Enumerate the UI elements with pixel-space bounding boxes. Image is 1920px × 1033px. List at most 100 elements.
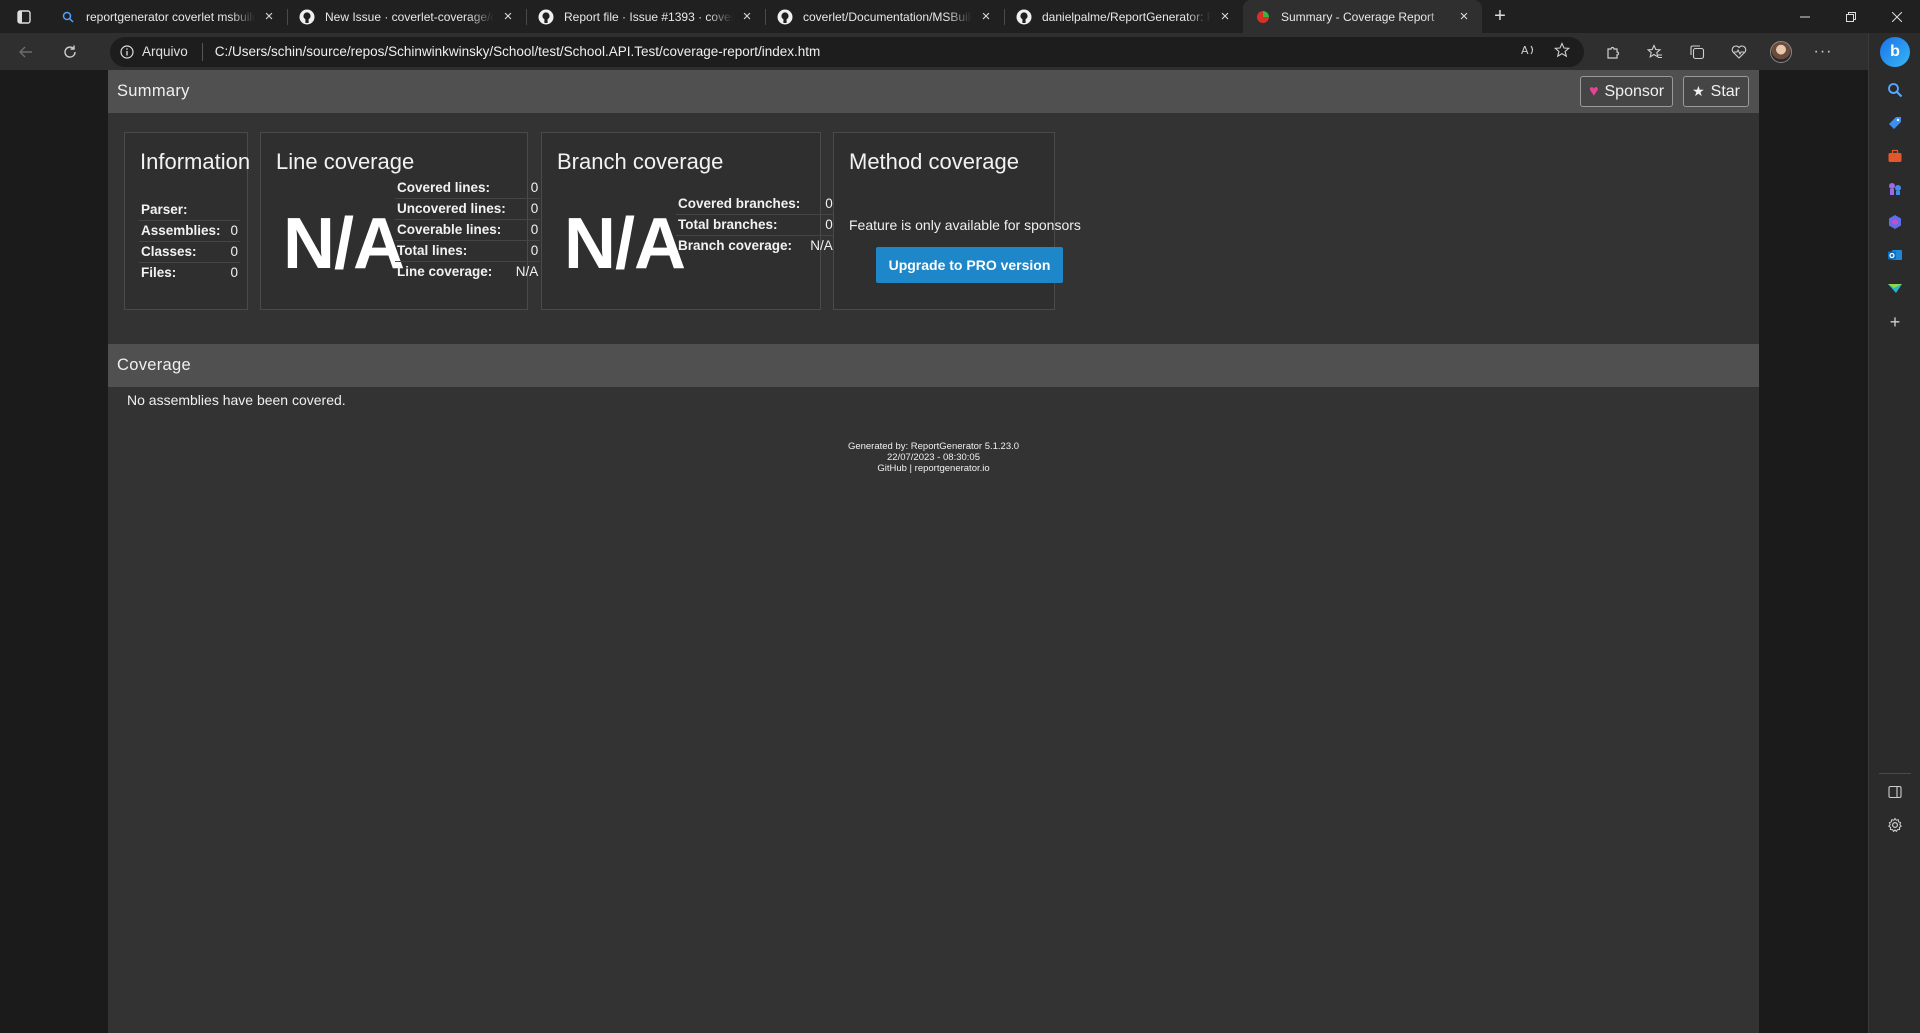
close-icon[interactable]: ×: [1217, 8, 1233, 25]
table-row: Line coverage: N/A: [395, 261, 540, 282]
profile-button[interactable]: [1760, 37, 1802, 67]
bing-chat-button[interactable]: b: [1869, 35, 1920, 69]
close-icon[interactable]: ×: [500, 8, 516, 25]
send-icon: [1888, 284, 1902, 293]
more-icon: ···: [1813, 42, 1833, 60]
search-icon: [60, 9, 76, 25]
table-row: Coverable lines: 0: [395, 219, 541, 241]
hide-sidebar-button[interactable]: [1869, 775, 1920, 809]
sidebar-add-button[interactable]: +: [1869, 305, 1920, 339]
settings-more-button[interactable]: ···: [1802, 37, 1844, 67]
restore-button[interactable]: [1828, 0, 1874, 33]
tab-2[interactable]: Report file · Issue #1393 · coverlet ×: [526, 0, 765, 33]
table-row: Total lines: 0: [395, 240, 541, 262]
line-value: N/A: [515, 264, 539, 280]
tag-icon: [1889, 117, 1901, 129]
info-value: 0: [222, 220, 241, 242]
tab-1[interactable]: New Issue · coverlet-coverage/coverlet ×: [287, 0, 526, 33]
information-card: Information Parser: Assemblies: 0 Classes…: [124, 132, 250, 310]
tab-0[interactable]: reportgenerator coverlet msbuild ×: [48, 0, 287, 33]
back-button[interactable]: [8, 37, 44, 67]
info-value: 0: [230, 265, 239, 281]
sidebar-shopping-button[interactable]: [1869, 106, 1920, 140]
generated-by-text: Generated by: ReportGenerator 5.1.23.0: [847, 441, 1020, 452]
branch-value: 0: [802, 193, 835, 215]
table-row: Files: 0: [139, 262, 240, 283]
sponsor-feature-note: Feature is only available for sponsors: [849, 217, 1081, 233]
upgrade-pro-button[interactable]: Upgrade to PRO version: [876, 247, 1063, 283]
star-button[interactable]: ★ Star: [1683, 76, 1749, 107]
search-icon: [1888, 83, 1903, 98]
close-window-button[interactable]: [1874, 0, 1920, 33]
tab-5[interactable]: Summary - Coverage Report ×: [1243, 0, 1482, 33]
url-text[interactable]: C:/Users/schin/source/repos/Schinwinkwin…: [215, 44, 1520, 59]
gear-icon: [1888, 817, 1902, 833]
favorite-star-icon[interactable]: [1553, 42, 1571, 61]
performance-button[interactable]: [1718, 37, 1760, 67]
window-controls: [1782, 0, 1920, 33]
table-row: Covered lines: 0: [395, 177, 541, 199]
line-value: 0: [507, 240, 541, 262]
sponsor-label: Sponsor: [1604, 82, 1665, 100]
sidebar-office-button[interactable]: [1869, 205, 1920, 239]
info-key: Classes:: [139, 241, 223, 263]
site-info-button[interactable]: Arquivo: [120, 42, 203, 61]
toolbar-icons: ···: [1592, 37, 1844, 67]
plus-icon: +: [1889, 311, 1901, 332]
footer-links[interactable]: GitHub | reportgenerator.io: [108, 463, 1759, 474]
minimize-button[interactable]: [1782, 0, 1828, 33]
table-row: Covered branches: 0: [676, 193, 835, 215]
sidebar-settings-button[interactable]: [1869, 808, 1920, 842]
table-row: Branch coverage: N/A: [676, 235, 835, 256]
reportgenerator-icon: [1255, 9, 1271, 25]
page-viewport: Summary ♥ Sponsor ★ Star Information Par…: [0, 70, 1868, 1033]
sidebar-search-button[interactable]: [1869, 73, 1920, 107]
tab-title: coverlet/Documentation/MSBuild: [803, 9, 972, 24]
collections-button[interactable]: [1676, 37, 1718, 67]
site-info-label: Arquivo: [142, 44, 188, 59]
github-icon: [777, 9, 793, 25]
github-icon: [538, 9, 554, 25]
line-coverage-value: N/A: [283, 204, 405, 284]
toolbox-icon: [1888, 149, 1902, 162]
address-bar[interactable]: Arquivo C:/Users/schin/source/repos/Schi…: [110, 36, 1584, 67]
line-key: Total lines:: [395, 240, 508, 262]
sidebar-divider: [1879, 773, 1911, 774]
header-buttons: ♥ Sponsor ★ Star: [1580, 76, 1749, 107]
tab-actions-button[interactable]: [0, 0, 48, 33]
close-icon[interactable]: ×: [978, 8, 994, 25]
branch-coverage-title: Branch coverage: [557, 149, 724, 174]
tab-4[interactable]: danielpalme/ReportGenerator: Re ×: [1004, 0, 1243, 33]
svg-text:A: A: [1521, 44, 1529, 57]
sidebar-tools-button[interactable]: [1869, 139, 1920, 173]
info-value: 0: [222, 241, 241, 263]
close-icon[interactable]: ×: [1456, 8, 1472, 25]
close-icon[interactable]: ×: [739, 8, 755, 25]
new-tab-button[interactable]: +: [1482, 0, 1518, 33]
line-value: 0: [507, 198, 541, 220]
favorites-icon: [1647, 43, 1662, 58]
tab-title: New Issue · coverlet-coverage/coverlet: [325, 9, 494, 24]
read-aloud-icon[interactable]: A: [1520, 42, 1536, 61]
sponsor-button[interactable]: ♥ Sponsor: [1580, 76, 1674, 107]
restore-icon: [1846, 11, 1856, 22]
coverage-header: Coverage: [108, 344, 1759, 387]
sidebar-drop-button[interactable]: [1869, 271, 1920, 305]
collections-icon: [1690, 44, 1705, 59]
puzzle-icon: [1607, 46, 1620, 59]
tab-strip: reportgenerator coverlet msbuild × New I…: [0, 0, 1920, 33]
report-container: Summary ♥ Sponsor ★ Star Information Par…: [108, 70, 1759, 1033]
extensions-button[interactable]: [1592, 37, 1634, 67]
sidebar-outlook-button[interactable]: [1869, 238, 1920, 272]
generated-date-text: 22/07/2023 - 08:30:05: [887, 452, 980, 463]
sidebar-games-button[interactable]: [1869, 172, 1920, 206]
sidebar-panel-icon: [1888, 785, 1902, 799]
close-icon[interactable]: ×: [261, 8, 277, 25]
table-row: Total branches: 0: [676, 214, 835, 236]
refresh-button[interactable]: [52, 37, 88, 67]
tab-3[interactable]: coverlet/Documentation/MSBuild ×: [765, 0, 1004, 33]
favorites-button[interactable]: [1634, 37, 1676, 67]
branch-key: Total branches:: [676, 214, 803, 236]
avatar: [1770, 40, 1792, 63]
plus-icon: +: [1494, 5, 1506, 27]
